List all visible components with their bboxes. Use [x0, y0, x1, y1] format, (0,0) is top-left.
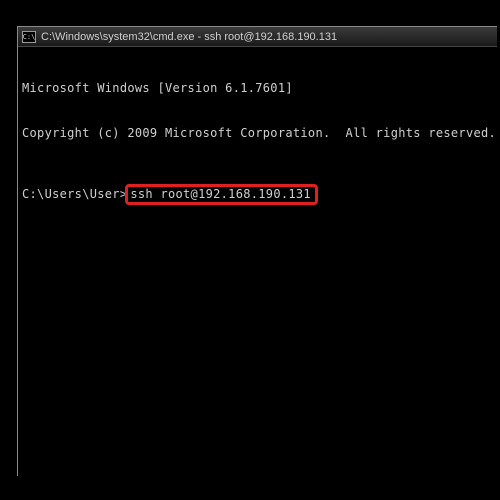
- prompt-line: C:\Users\User>ssh root@192.168.190.131: [22, 184, 493, 205]
- window-title: C:\Windows\system32\cmd.exe - ssh root@1…: [41, 31, 337, 43]
- command-input[interactable]: ssh root@192.168.190.131: [130, 187, 311, 201]
- prompt-prefix: C:\Users\User>: [22, 187, 127, 202]
- copyright-line: Copyright (c) 2009 Microsoft Corporation…: [22, 126, 493, 141]
- cmd-icon: C:\: [22, 31, 36, 43]
- version-line: Microsoft Windows [Version 6.1.7601]: [22, 81, 493, 96]
- highlight-annotation: ssh root@192.168.190.131: [125, 184, 318, 205]
- window-titlebar[interactable]: C:\ C:\Windows\system32\cmd.exe - ssh ro…: [18, 27, 497, 47]
- terminal-output[interactable]: Microsoft Windows [Version 6.1.7601] Cop…: [18, 47, 497, 239]
- cmd-icon-label: C:\: [23, 33, 36, 41]
- cmd-window: C:\ C:\Windows\system32\cmd.exe - ssh ro…: [17, 26, 497, 476]
